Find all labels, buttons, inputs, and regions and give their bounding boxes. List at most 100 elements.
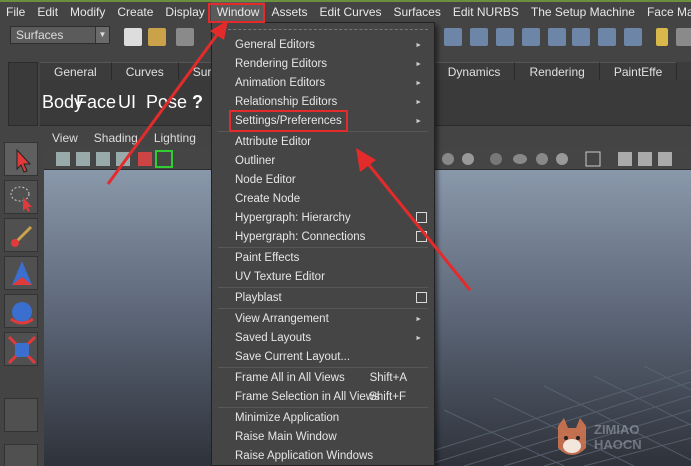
menu-item-label: Hypergraph: Connections	[235, 231, 366, 243]
menu-item-label: UV Texture Editor	[235, 271, 325, 283]
mode-selector-value: Surfaces	[16, 28, 64, 42]
shelf-help-button[interactable]: ?	[192, 87, 203, 117]
scale-tool-icon[interactable]	[4, 332, 38, 366]
menu-item-animation-editors[interactable]: Animation Editors ►	[212, 74, 434, 93]
menu-item-label: Frame All in All Views	[235, 372, 345, 384]
option-box-icon[interactable]	[416, 212, 427, 223]
menu-edit-nurbs[interactable]: Edit NURBS	[447, 2, 525, 23]
menu-item-label: Saved Layouts	[235, 332, 312, 344]
menu-modify[interactable]: Modify	[64, 2, 111, 23]
menu-item-minimize-application[interactable]: Minimize Application	[212, 409, 434, 428]
submenu-arrow-icon: ►	[415, 80, 422, 87]
menu-item-uv-texture-editor[interactable]: UV Texture Editor	[212, 268, 434, 287]
layout-icon[interactable]	[4, 444, 38, 466]
menu-item-frame-all[interactable]: Frame All in All Views Shift+A	[212, 369, 434, 388]
menu-item-label: Playblast	[235, 292, 282, 304]
menu-item-save-current-layout[interactable]: Save Current Layout...	[212, 348, 434, 367]
option-box-icon[interactable]	[416, 292, 427, 303]
rotate-tool-icon[interactable]	[4, 294, 38, 328]
menu-separator	[218, 247, 428, 248]
select-tool-icon[interactable]	[4, 142, 38, 176]
menu-face-machine[interactable]: Face Machine	[641, 2, 691, 23]
lock-icon[interactable]	[656, 28, 668, 46]
submenu-arrow-icon: ►	[415, 118, 422, 125]
menu-item-outliner[interactable]: Outliner	[212, 152, 434, 171]
tab-general[interactable]: General	[40, 62, 112, 80]
option-box-icon[interactable]	[416, 231, 427, 242]
submenu-arrow-icon: ►	[415, 335, 422, 342]
shelf-face-button[interactable]: Face	[76, 87, 116, 117]
menu-item-label: General Editors	[235, 39, 315, 51]
menu-item-view-arrangement[interactable]: View Arrangement ►	[212, 310, 434, 329]
menu-file[interactable]: File	[0, 2, 31, 23]
watermark-logo: ZIMIAO HAOCN	[552, 414, 687, 464]
shelf-pose-button[interactable]: Pose	[146, 87, 187, 117]
menu-item-label: Rendering Editors	[235, 58, 328, 70]
new-scene-icon[interactable]	[124, 28, 142, 46]
last-tool-slot[interactable]	[4, 398, 38, 432]
mode-selector[interactable]: Surfaces ▼	[10, 26, 110, 44]
menu-setup-machine[interactable]: The Setup Machine	[525, 2, 641, 23]
menu-item-frame-selection[interactable]: Frame Selection in All Views Shift+F	[212, 388, 434, 407]
menu-item-label: Raise Application Windows	[235, 450, 374, 462]
lasso-tool-icon[interactable]	[4, 180, 38, 214]
menu-assets[interactable]: Assets	[265, 2, 313, 23]
shelf-side-controls[interactable]	[8, 62, 38, 126]
shelf-ui-button[interactable]: UI	[118, 87, 136, 117]
menu-item-playblast[interactable]: Playblast	[212, 289, 434, 308]
menu-item-rendering-editors[interactable]: Rendering Editors ►	[212, 55, 434, 74]
snap-plane-icon[interactable]	[522, 28, 540, 46]
snap-curve-icon[interactable]	[470, 28, 488, 46]
menu-item-label: Minimize Application	[235, 412, 340, 424]
tab-painteffects[interactable]: PaintEffe	[599, 62, 678, 80]
move-tool-icon[interactable]	[4, 256, 38, 290]
menu-surfaces[interactable]: Surfaces	[388, 2, 447, 23]
menu-item-raise-main-window[interactable]: Raise Main Window	[212, 428, 434, 447]
menu-item-attribute-editor[interactable]: Attribute Editor	[212, 133, 434, 152]
snap-point-icon[interactable]	[496, 28, 514, 46]
menu-item-label: Animation Editors	[235, 77, 326, 89]
window-menu-dropdown: General Editors ► Rendering Editors ► Anim…	[211, 22, 435, 466]
menu-item-node-editor[interactable]: Node Editor	[212, 171, 434, 190]
panel-menu-shading[interactable]: Shading	[86, 131, 146, 145]
tab-curves[interactable]: Curves	[111, 62, 179, 80]
menu-item-hypergraph-connections[interactable]: Hypergraph: Connections	[212, 228, 434, 247]
menu-create[interactable]: Create	[111, 2, 159, 23]
help-icon[interactable]	[624, 28, 642, 46]
open-scene-icon[interactable]	[148, 28, 166, 46]
window-menu-highlight	[208, 3, 265, 23]
menu-item-raise-application-windows[interactable]: Raise Application Windows	[212, 447, 434, 466]
menu-item-saved-layouts[interactable]: Saved Layouts ►	[212, 329, 434, 348]
menu-item-general-editors[interactable]: General Editors ►	[212, 36, 434, 55]
sidebar-toggle-icon[interactable]	[676, 28, 691, 46]
menu-item-label: Save Current Layout...	[235, 351, 351, 363]
construction-icon[interactable]	[572, 28, 590, 46]
menu-separator	[218, 367, 428, 368]
history-icon[interactable]	[548, 28, 566, 46]
menu-edit[interactable]: Edit	[31, 2, 64, 23]
settings-preferences-highlight	[229, 110, 348, 132]
render-icon[interactable]	[598, 28, 616, 46]
menu-item-shortcut: Shift+A	[369, 372, 407, 384]
submenu-arrow-icon: ►	[415, 61, 422, 68]
panel-menu-lighting[interactable]: Lighting	[146, 131, 204, 145]
menu-tearoff[interactable]	[218, 29, 428, 33]
snap-grid-icon[interactable]	[444, 28, 462, 46]
menu-edit-curves[interactable]: Edit Curves	[313, 2, 387, 23]
tab-dynamics[interactable]: Dynamics	[433, 62, 516, 80]
menu-item-label: Node Editor	[235, 174, 296, 186]
submenu-arrow-icon: ►	[415, 42, 422, 49]
menu-separator	[218, 287, 428, 288]
menu-item-label: Relationship Editors	[235, 96, 338, 108]
menu-item-create-node[interactable]: Create Node	[212, 190, 434, 209]
toolbox	[0, 132, 44, 466]
menu-item-paint-effects[interactable]: Paint Effects	[212, 249, 434, 268]
menu-item-hypergraph-hierarchy[interactable]: Hypergraph: Hierarchy	[212, 209, 434, 228]
menu-item-label: Outliner	[235, 155, 276, 167]
tab-rendering[interactable]: Rendering	[515, 62, 600, 80]
menu-display[interactable]: Display	[159, 2, 210, 23]
menu-item-label: Raise Main Window	[235, 431, 337, 443]
paint-tool-icon[interactable]	[4, 218, 38, 252]
save-scene-icon[interactable]	[176, 28, 194, 46]
panel-menu-view[interactable]: View	[44, 131, 86, 145]
